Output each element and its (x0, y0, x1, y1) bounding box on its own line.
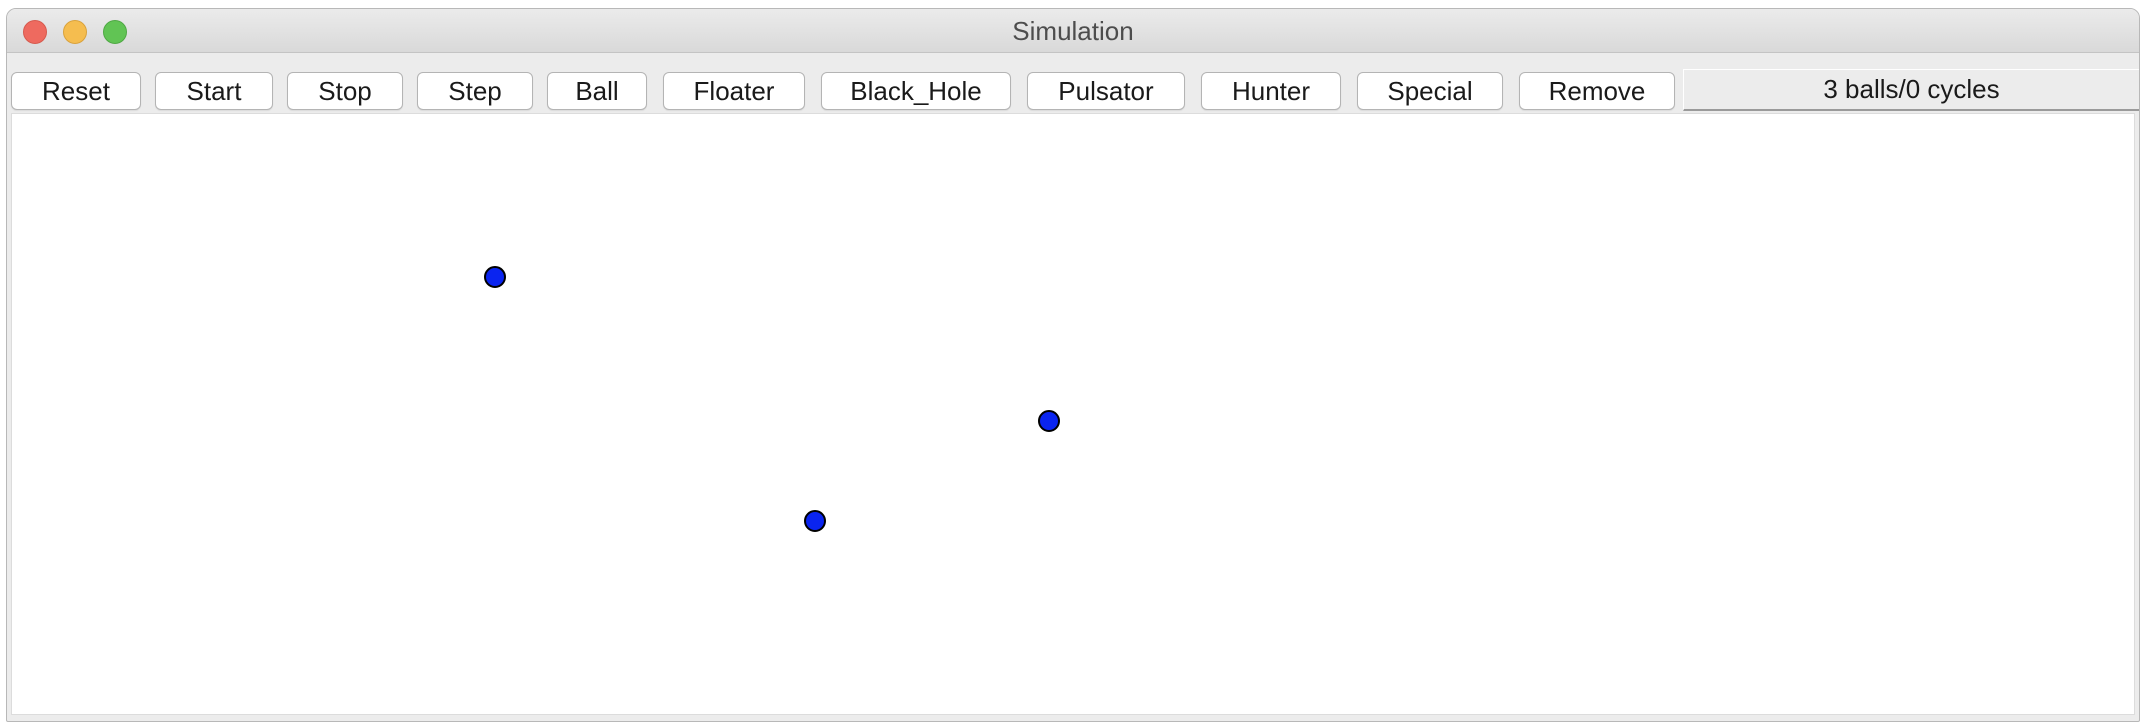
title-bar[interactable]: Simulation (7, 9, 2139, 53)
stop-button[interactable]: Stop (287, 72, 403, 110)
special-button[interactable]: Special (1357, 72, 1503, 110)
remove-button[interactable]: Remove (1519, 72, 1675, 110)
ball-button[interactable]: Ball (547, 72, 647, 110)
pulsator-button[interactable]: Pulsator (1027, 72, 1185, 110)
ball[interactable] (804, 510, 826, 532)
ball[interactable] (484, 266, 506, 288)
simulation-window: Simulation Reset Start Stop Step Ball Fl… (6, 8, 2140, 722)
reset-button[interactable]: Reset (11, 72, 141, 110)
start-button[interactable]: Start (155, 72, 273, 110)
floater-button[interactable]: Floater (663, 72, 805, 110)
window-title: Simulation (1012, 16, 1134, 46)
step-button[interactable]: Step (417, 72, 533, 110)
hunter-button[interactable]: Hunter (1201, 72, 1341, 110)
toolbar: Reset Start Stop Step Ball Floater Black… (7, 53, 2139, 121)
ball[interactable] (1038, 410, 1060, 432)
black-hole-button[interactable]: Black_Hole (821, 72, 1011, 110)
simulation-canvas[interactable] (11, 113, 2135, 715)
status-label: 3 balls/0 cycles (1683, 69, 2139, 111)
